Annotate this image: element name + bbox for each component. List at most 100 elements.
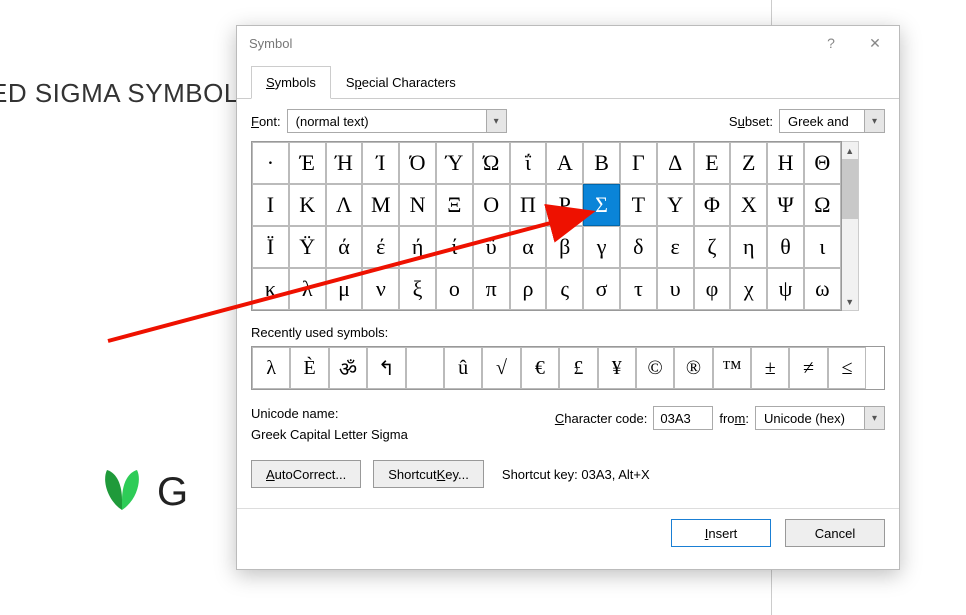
symbol-cell[interactable]: υ <box>657 268 694 310</box>
symbol-cell[interactable]: ς <box>546 268 583 310</box>
symbol-cell[interactable]: Ή <box>326 142 363 184</box>
symbol-cell[interactable]: Ζ <box>730 142 767 184</box>
cancel-button[interactable]: Cancel <box>785 519 885 547</box>
close-button[interactable]: ✕ <box>853 28 897 58</box>
from-select-chevron[interactable]: ▾ <box>864 407 884 429</box>
symbol-cell[interactable]: Ο <box>473 184 510 226</box>
symbol-cell[interactable]: λ <box>289 268 326 310</box>
symbol-cell[interactable]: ι <box>804 226 841 268</box>
symbol-cell[interactable]: ε <box>657 226 694 268</box>
symbol-cell[interactable]: Ε <box>694 142 731 184</box>
help-button[interactable]: ? <box>809 28 853 58</box>
symbol-cell[interactable]: Ώ <box>473 142 510 184</box>
recent-symbol-cell[interactable]: ॐ <box>329 347 367 389</box>
symbol-cell[interactable]: η <box>730 226 767 268</box>
char-code-input[interactable] <box>653 406 713 430</box>
symbol-cell[interactable]: ί <box>436 226 473 268</box>
symbol-cell[interactable]: Χ <box>730 184 767 226</box>
symbol-cell[interactable]: · <box>252 142 289 184</box>
symbol-cell[interactable]: Ξ <box>436 184 473 226</box>
symbol-cell[interactable]: ρ <box>510 268 547 310</box>
symbol-cell[interactable]: Α <box>546 142 583 184</box>
symbol-cell[interactable]: ΐ <box>510 142 547 184</box>
symbol-cell[interactable]: σ <box>583 268 620 310</box>
font-select[interactable]: (normal text) ▾ <box>287 109 507 133</box>
symbol-cell[interactable]: Κ <box>289 184 326 226</box>
recent-symbol-cell[interactable]: ¥ <box>598 347 636 389</box>
symbol-cell[interactable]: ο <box>436 268 473 310</box>
recent-symbol-cell[interactable]: € <box>521 347 559 389</box>
scroll-down-button[interactable]: ▼ <box>842 293 858 310</box>
recent-symbol-cell[interactable]: ® <box>674 347 712 389</box>
symbol-cell[interactable]: π <box>473 268 510 310</box>
symbol-cell[interactable]: ξ <box>399 268 436 310</box>
symbol-cell[interactable]: γ <box>583 226 620 268</box>
font-select-chevron[interactable]: ▾ <box>486 110 506 132</box>
from-select[interactable]: Unicode (hex) ▾ <box>755 406 885 430</box>
symbol-cell[interactable]: έ <box>362 226 399 268</box>
symbol-cell[interactable]: τ <box>620 268 657 310</box>
symbol-cell[interactable]: ψ <box>767 268 804 310</box>
recent-symbol-cell[interactable]: ≠ <box>789 347 827 389</box>
tab-special[interactable]: Special Characters <box>331 66 471 98</box>
autocorrect-button[interactable]: AutoCorrect... <box>251 460 361 488</box>
scroll-up-button[interactable]: ▲ <box>842 142 858 159</box>
symbol-cell[interactable]: Δ <box>657 142 694 184</box>
symbol-cell[interactable]: δ <box>620 226 657 268</box>
symbol-cell[interactable]: Π <box>510 184 547 226</box>
subset-label: Subset: <box>729 114 773 129</box>
symbol-cell[interactable]: Ϋ <box>289 226 326 268</box>
symbol-cell[interactable]: Ω <box>804 184 841 226</box>
symbol-cell[interactable]: Υ <box>657 184 694 226</box>
recent-symbol-cell[interactable]: È <box>290 347 328 389</box>
tab-symbols[interactable]: Symbols <box>251 66 331 99</box>
symbol-cell[interactable]: χ <box>730 268 767 310</box>
symbol-cell[interactable]: ή <box>399 226 436 268</box>
symbol-cell[interactable]: Γ <box>620 142 657 184</box>
symbol-cell[interactable]: α <box>510 226 547 268</box>
symbol-cell[interactable]: Η <box>767 142 804 184</box>
subset-select[interactable]: Greek and ▾ <box>779 109 885 133</box>
symbol-cell[interactable]: Σ <box>583 184 620 226</box>
symbol-cell[interactable]: Ν <box>399 184 436 226</box>
symbol-cell[interactable]: Ι <box>252 184 289 226</box>
symbol-cell[interactable]: Ψ <box>767 184 804 226</box>
symbol-cell[interactable]: μ <box>326 268 363 310</box>
recent-symbol-cell[interactable]: £ <box>559 347 597 389</box>
recent-symbol-cell[interactable]: © <box>636 347 674 389</box>
symbol-cell[interactable]: Ρ <box>546 184 583 226</box>
symbol-cell[interactable]: Λ <box>326 184 363 226</box>
recent-symbol-cell[interactable]: û <box>444 347 482 389</box>
symbol-cell[interactable]: β <box>546 226 583 268</box>
recent-symbol-cell[interactable]: ™ <box>713 347 751 389</box>
symbol-cell[interactable]: ν <box>362 268 399 310</box>
insert-button[interactable]: Insert <box>671 519 771 547</box>
recent-symbol-cell[interactable]: √ <box>482 347 520 389</box>
symbol-cell[interactable]: Τ <box>620 184 657 226</box>
symbol-cell[interactable]: ΰ <box>473 226 510 268</box>
symbol-cell[interactable]: ά <box>326 226 363 268</box>
scroll-thumb[interactable] <box>842 159 858 219</box>
symbol-cell[interactable]: κ <box>252 268 289 310</box>
symbol-cell[interactable]: Θ <box>804 142 841 184</box>
symbol-cell[interactable]: Ί <box>362 142 399 184</box>
recent-symbol-cell[interactable]: ↰ <box>367 347 405 389</box>
recent-symbol-cell[interactable]: λ <box>252 347 290 389</box>
symbol-cell[interactable]: Ϊ <box>252 226 289 268</box>
grid-scrollbar[interactable]: ▲ ▼ <box>842 141 859 311</box>
symbol-cell[interactable]: θ <box>767 226 804 268</box>
symbol-cell[interactable]: Έ <box>289 142 326 184</box>
symbol-cell[interactable]: ζ <box>694 226 731 268</box>
symbol-cell[interactable]: Μ <box>362 184 399 226</box>
symbol-cell[interactable]: Ύ <box>436 142 473 184</box>
symbol-cell[interactable]: Φ <box>694 184 731 226</box>
recent-symbol-cell[interactable]: ≤ <box>828 347 866 389</box>
recent-symbol-cell[interactable] <box>406 347 444 389</box>
shortcut-key-button[interactable]: Shortcut Key... <box>373 460 484 488</box>
symbol-cell[interactable]: φ <box>694 268 731 310</box>
symbol-cell[interactable]: ω <box>804 268 841 310</box>
subset-select-chevron[interactable]: ▾ <box>864 110 884 132</box>
symbol-cell[interactable]: Β <box>583 142 620 184</box>
symbol-cell[interactable]: Ό <box>399 142 436 184</box>
recent-symbol-cell[interactable]: ± <box>751 347 789 389</box>
